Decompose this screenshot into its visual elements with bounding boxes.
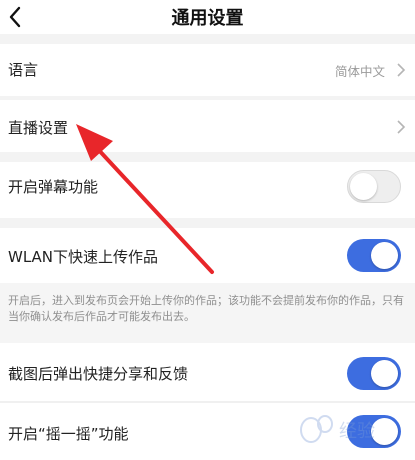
wlan-upload-toggle[interactable] — [347, 239, 401, 272]
screenshot-share-label: 截图后弹出快捷分享和反馈 — [8, 365, 189, 383]
language-value: 简体中文 — [334, 64, 385, 79]
danmaku-toggle[interactable] — [347, 170, 401, 203]
toggle-knob — [350, 173, 377, 200]
live-settings-label: 直播设置 — [8, 119, 69, 137]
watermark-text: 经验 — [339, 421, 375, 442]
shake-label: 开启“摇一摇”功能 — [8, 425, 129, 443]
wlan-upload-row: WLAN下快速上传作品 — [0, 228, 415, 283]
live-settings-row[interactable]: 直播设置 — [0, 100, 415, 152]
toggle-knob — [371, 360, 398, 387]
screenshot-share-row: 截图后弹出快捷分享和反馈 — [0, 343, 415, 401]
top-bar: 通用设置 — [0, 0, 415, 34]
danmaku-row: 开启弹幕功能 — [0, 162, 415, 218]
wlan-upload-label: WLAN下快速上传作品 — [8, 248, 159, 266]
divider — [0, 34, 415, 44]
toggle-knob — [371, 242, 398, 269]
language-row[interactable]: 语言 简体中文 — [0, 44, 415, 96]
baidu-jingyan-watermark-icon: 经验 — [300, 415, 375, 443]
divider — [0, 218, 415, 228]
page-title: 通用设置 — [171, 8, 244, 29]
language-label: 语言 — [8, 61, 39, 79]
danmaku-label: 开启弹幕功能 — [8, 178, 99, 196]
divider — [0, 152, 415, 162]
screenshot-share-toggle[interactable] — [347, 357, 401, 390]
chevron-right-icon — [397, 120, 406, 134]
note-text: 开启后，进入到发布页会开始上传你的作品；该功能不会提前发布你的作品，只有当你确认… — [8, 294, 404, 323]
chevron-right-icon — [397, 63, 406, 77]
wlan-upload-note: 开启后，进入到发布页会开始上传你的作品；该功能不会提前发布你的作品，只有当你确认… — [0, 283, 415, 343]
